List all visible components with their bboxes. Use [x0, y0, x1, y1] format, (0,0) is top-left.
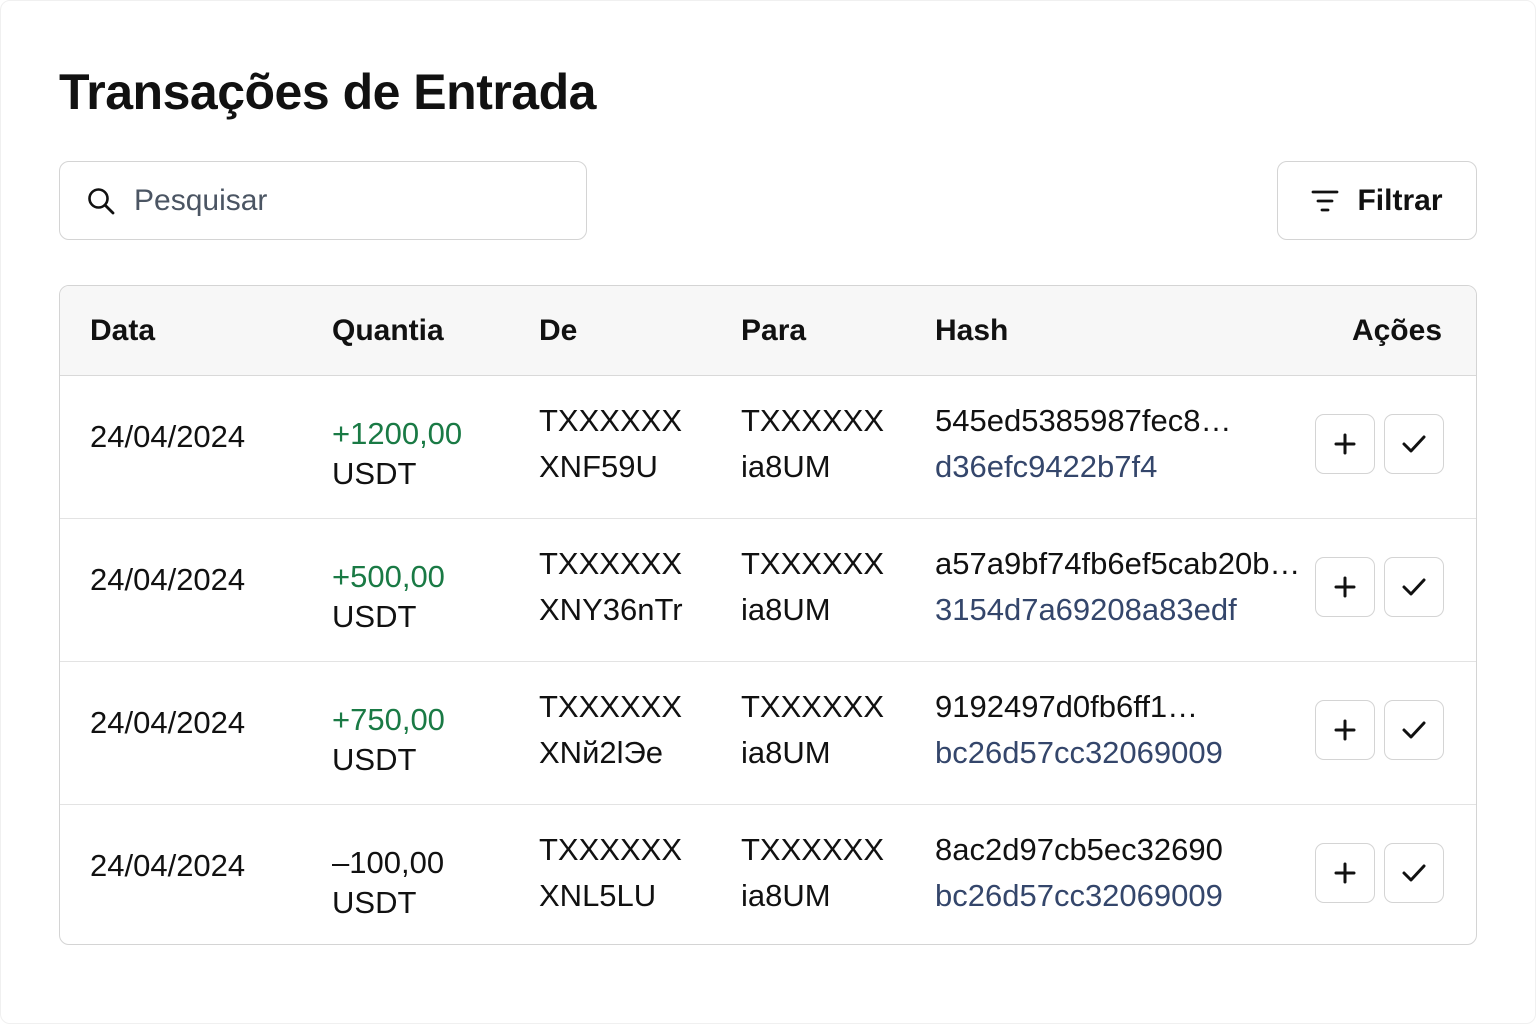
filter-lines-icon: [1312, 190, 1339, 211]
hash-line2: bc26d57cc32069009: [935, 735, 1223, 770]
add-button[interactable]: [1315, 843, 1375, 903]
column-header-hash[interactable]: Hash: [935, 314, 1008, 348]
row-date: 24/04/2024: [90, 705, 246, 740]
row-amount: +500,00 USDT: [332, 557, 445, 637]
filter-button[interactable]: Filtrar: [1277, 161, 1477, 240]
search-box[interactable]: [59, 161, 587, 240]
to-address-line1: TXXXXXX: [741, 546, 884, 581]
from-address-line2: XNй2lЭe: [539, 735, 664, 770]
amount-value: +750,00: [332, 702, 445, 737]
amount-value: +1200,00: [332, 416, 463, 451]
row-date: 24/04/2024: [90, 848, 246, 883]
table-body: 24/04/2024 +1200,00 USDT TXXXXXX XNF59U TXXXX…: [60, 376, 1476, 944]
row-actions: [1315, 700, 1444, 760]
incoming-transactions-page: Transações de Entrada Filtrar Data Quant…: [0, 0, 1536, 1024]
to-address-line1: TXXXXXX: [741, 403, 884, 438]
table-row[interactable]: 24/04/2024 +750,00 USDT TXXXXXX XNй2lЭe TXXXX…: [60, 662, 1476, 805]
from-address-line2: XNL5LU: [539, 878, 657, 913]
row-amount: –100,00 USDT: [332, 843, 444, 923]
to-address-line2: ia8UM: [741, 878, 831, 913]
add-button[interactable]: [1315, 700, 1375, 760]
amount-value: +500,00: [332, 559, 445, 594]
row-hash[interactable]: a57a9bf74fb6ef5cab20b… 3154d7a69208a83edf: [935, 541, 1300, 633]
to-address-line2: ia8UM: [741, 449, 831, 484]
row-date: 24/04/2024: [90, 419, 246, 454]
from-address-line1: TXXXXXX: [539, 546, 682, 581]
to-address-line1: TXXXXXX: [741, 832, 884, 867]
column-header-to[interactable]: Para: [741, 314, 806, 348]
amount-unit: USDT: [332, 599, 417, 634]
check-icon: [1401, 576, 1427, 598]
plus-icon: [1333, 575, 1357, 599]
row-amount: +1200,00 USDT: [332, 414, 462, 494]
search-icon: [88, 187, 115, 214]
plus-icon: [1333, 432, 1357, 456]
transactions-table: Data Quantia De Para Hash Ações 24/04/20…: [59, 285, 1477, 945]
table-row[interactable]: 24/04/2024 +1200,00 USDT TXXXXXX XNF59U TXXXX…: [60, 376, 1476, 519]
from-address-line1: TXXXXXX: [539, 403, 682, 438]
row-from-address: TXXXXXX XNL5LU: [539, 827, 682, 919]
table-header: Data Quantia De Para Hash Ações: [60, 286, 1476, 376]
row-from-address: TXXXXXX XNй2lЭe: [539, 684, 682, 776]
amount-unit: USDT: [332, 885, 417, 920]
confirm-button[interactable]: [1384, 843, 1444, 903]
to-address-line1: TXXXXXX: [741, 689, 884, 724]
confirm-button[interactable]: [1384, 700, 1444, 760]
row-actions: [1315, 414, 1444, 474]
check-icon: [1401, 719, 1427, 741]
add-button[interactable]: [1315, 414, 1375, 474]
row-to-address: TXXXXXX ia8UM: [741, 541, 884, 633]
to-address-line2: ia8UM: [741, 592, 831, 627]
column-header-actions: Ações: [1351, 314, 1442, 347]
column-header-amount[interactable]: Quantia: [332, 314, 444, 348]
from-address-line1: TXXXXXX: [539, 832, 682, 867]
confirm-button[interactable]: [1384, 557, 1444, 617]
row-to-address: TXXXXXX ia8UM: [741, 684, 884, 776]
row-actions: [1315, 843, 1444, 903]
row-hash[interactable]: 9192497d0fb6ff1… bc26d57cc32069009: [935, 684, 1223, 776]
hash-line2: 3154d7a69208a83edf: [935, 592, 1237, 627]
row-hash[interactable]: 545ed5385987fec8… d36efc9422b7f4: [935, 398, 1231, 490]
plus-icon: [1333, 718, 1357, 742]
row-to-address: TXXXXXX ia8UM: [741, 398, 884, 490]
hash-line1: a57a9bf74fb6ef5cab20b…: [935, 546, 1301, 581]
row-actions: [1315, 557, 1444, 617]
from-address-line1: TXXXXXX: [539, 689, 682, 724]
from-address-line2: XNF59U: [539, 449, 658, 484]
amount-value: –100,00: [332, 845, 445, 880]
check-icon: [1401, 862, 1427, 884]
row-to-address: TXXXXXX ia8UM: [741, 827, 884, 919]
column-header-date[interactable]: Data: [90, 314, 155, 348]
search-input[interactable]: [132, 182, 536, 219]
amount-unit: USDT: [332, 456, 417, 491]
table-row[interactable]: 24/04/2024 –100,00 USDT TXXXXXX XNL5LU TXXXXX…: [60, 805, 1476, 944]
amount-unit: USDT: [332, 742, 417, 777]
hash-line2: d36efc9422b7f4: [935, 449, 1158, 484]
hash-line1: 9192497d0fb6ff1…: [935, 689, 1199, 724]
row-date: 24/04/2024: [90, 562, 246, 597]
page-title: Transações de Entrada: [59, 64, 596, 120]
to-address-line2: ia8UM: [741, 735, 831, 770]
filter-button-label: Filtrar: [1357, 183, 1443, 217]
row-from-address: TXXXXXX XNY36nTr: [539, 541, 683, 633]
row-amount: +750,00 USDT: [332, 700, 445, 780]
table-row[interactable]: 24/04/2024 +500,00 USDT TXXXXXX XNY36nTr TXXX…: [60, 519, 1476, 662]
hash-line1: 545ed5385987fec8…: [935, 403, 1232, 438]
hash-line1: 8ac2d97cb5ec32690: [935, 832, 1223, 867]
plus-icon: [1333, 861, 1357, 885]
confirm-button[interactable]: [1384, 414, 1444, 474]
column-header-from[interactable]: De: [539, 314, 577, 348]
row-hash[interactable]: 8ac2d97cb5ec32690 bc26d57cc32069009: [935, 827, 1223, 919]
add-button[interactable]: [1315, 557, 1375, 617]
from-address-line2: XNY36nTr: [539, 592, 683, 627]
hash-line2: bc26d57cc32069009: [935, 878, 1223, 913]
row-from-address: TXXXXXX XNF59U: [539, 398, 682, 490]
check-icon: [1401, 433, 1427, 455]
